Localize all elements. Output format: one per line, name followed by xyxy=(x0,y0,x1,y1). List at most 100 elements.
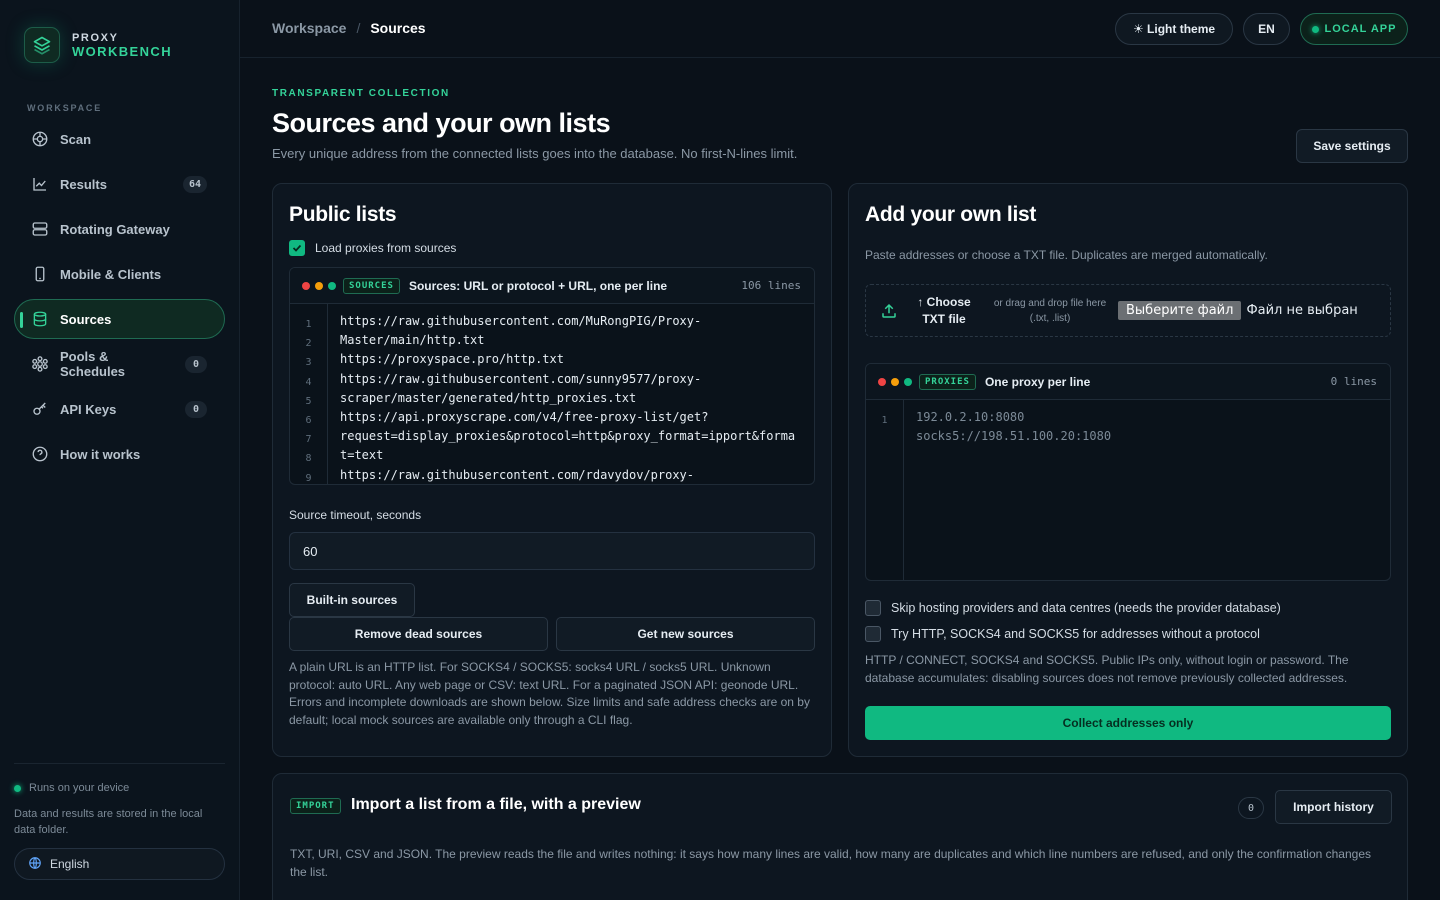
scan-icon xyxy=(31,130,49,148)
checkbox-unchecked-icon xyxy=(865,600,881,616)
public-lists-title: Public lists xyxy=(289,203,397,226)
import-tag: IMPORT xyxy=(290,798,341,814)
import-count-badge: 0 xyxy=(1238,797,1264,819)
choose-file-label[interactable]: ↑ Choose TXT file xyxy=(912,294,976,328)
sources-editor-label: Sources: URL or protocol + URL, one per … xyxy=(408,278,668,293)
sidebar-item-sources[interactable]: Sources xyxy=(14,299,225,339)
sidebar-item-scan[interactable]: Scan xyxy=(14,119,225,159)
own-list-title: Add your own list xyxy=(865,203,1037,226)
breadcrumb: Workspace / Sources xyxy=(272,20,426,36)
results-count-badge: 64 xyxy=(182,176,207,193)
own-list-subtitle: Paste addresses or choose a TXT file. Du… xyxy=(865,248,1268,262)
line-number: 1 xyxy=(305,319,312,330)
sidebar-item-label: Scan xyxy=(60,131,92,147)
sidebar-item-mobile-clients[interactable]: Mobile & Clients xyxy=(14,254,225,294)
public-lists-help: A plain URL is an HTTP list. For SOCKS4 … xyxy=(289,660,810,727)
collect-addresses-button[interactable]: Collect addresses only xyxy=(865,706,1391,740)
sources-textarea[interactable]: 1 2 3 4 5 6 7 8 9 https://raw.githubuser… xyxy=(290,304,814,484)
light-theme-button[interactable]: ☀ Light theme xyxy=(1115,13,1233,45)
line-number: 5 xyxy=(305,395,312,407)
api-keys-count-badge: 0 xyxy=(185,401,207,418)
import-card: IMPORT Import a list from a file, with a… xyxy=(272,773,1408,900)
line-number: 1 xyxy=(881,415,888,426)
checkbox-unchecked-icon xyxy=(865,626,881,642)
timeout-input[interactable]: 60 xyxy=(289,532,815,570)
proxies-placeholder: 192.0.2.10:8080 socks5://198.51.100.20:1… xyxy=(916,410,1112,444)
line-number: 6 xyxy=(305,414,312,426)
import-title: Import a list from a file, with a previe… xyxy=(351,796,641,813)
brand-name-bottom: WORKBENCH xyxy=(72,44,172,59)
page-eyebrow: TRANSPARENT COLLECTION xyxy=(272,88,450,99)
choose-line-1: ↑ Choose xyxy=(917,294,971,309)
remove-dead-sources-button[interactable]: Remove dead sources xyxy=(289,617,548,651)
sidebar-item-api-keys[interactable]: API Keys 0 xyxy=(14,389,225,429)
sidebar-divider xyxy=(14,763,225,764)
language-button[interactable]: EN xyxy=(1243,13,1290,45)
checkbox-label: Load proxies from sources xyxy=(315,241,457,255)
save-settings-button[interactable]: Save settings xyxy=(1296,129,1408,163)
sidebar-item-how-it-works[interactable]: How it works xyxy=(14,434,225,474)
sources-editor: SOURCES Sources: URL or protocol + URL, … xyxy=(289,267,815,485)
try-protocols-checkbox[interactable]: Try HTTP, SOCKS4 and SOCKS5 for addresse… xyxy=(865,626,1260,642)
local-app-badge[interactable]: LOCAL APP xyxy=(1300,13,1408,45)
choose-line-2: TXT file xyxy=(922,311,966,326)
language-select[interactable]: English xyxy=(14,848,225,880)
line-number: 8 xyxy=(305,453,312,465)
own-list-help: HTTP / CONNECT, SOCKS4 and SOCKS5. Publi… xyxy=(865,653,1349,685)
proxies-tag: PROXIES xyxy=(919,373,976,390)
breadcrumb-current: Sources xyxy=(370,20,426,36)
checkbox-label: Skip hosting providers and data centres … xyxy=(891,601,1281,615)
brand-name-top: PROXY xyxy=(72,32,119,44)
globe-icon xyxy=(28,856,42,873)
layers-logo-icon xyxy=(24,27,60,63)
import-description: TXT, URI, CSV and JSON. The preview read… xyxy=(290,847,1371,879)
proxies-editor-header: PROXIES One proxy per line 0 lines xyxy=(866,364,1390,400)
database-icon xyxy=(31,310,49,328)
file-drop-zone[interactable]: ↑ Choose TXT file or drag and drop file … xyxy=(865,284,1391,337)
line-number: 3 xyxy=(305,357,312,369)
sidebar-item-label: API Keys xyxy=(60,401,117,417)
pools-icon xyxy=(31,355,49,373)
device-note: Data and results are stored in the local… xyxy=(14,808,203,836)
brand[interactable]: PROXY WORKBENCH xyxy=(24,27,172,63)
window-dots-icon xyxy=(302,281,336,290)
chart-icon xyxy=(31,175,49,193)
public-lists-card: Public lists Load proxies from sources S… xyxy=(272,183,832,757)
sidebar-item-pools-schedules[interactable]: Pools & Schedules 0 xyxy=(14,344,225,384)
proxies-editor: PROXIES One proxy per line 0 lines 1 192… xyxy=(865,363,1391,581)
page-title: Sources and your own lists xyxy=(272,108,611,138)
line-number-gutter: 1 2 3 4 5 6 7 8 9 xyxy=(290,304,328,484)
built-in-sources-button[interactable]: Built-in sources xyxy=(289,583,415,617)
proxies-textarea[interactable]: 1 192.0.2.10:8080 socks5://198.51.100.20… xyxy=(866,400,1390,580)
sidebar-item-label: Pools & Schedules xyxy=(60,349,126,379)
drag-drop-hint: or drag and drop file here (.txt, .list) xyxy=(993,297,1107,324)
sidebar-section-label: WORKSPACE xyxy=(27,103,103,113)
file-picker-button[interactable]: Выберите файл xyxy=(1118,301,1242,320)
sources-tag: SOURCES xyxy=(343,277,400,294)
pools-count-badge: 0 xyxy=(185,356,207,373)
get-new-sources-button[interactable]: Get new sources xyxy=(556,617,815,651)
sources-line-count: 106 lines xyxy=(741,279,801,292)
page-subtitle: Every unique address from the connected … xyxy=(272,146,798,161)
sources-editor-header: SOURCES Sources: URL or protocol + URL, … xyxy=(290,268,814,304)
own-list-card: Add your own list Paste addresses or cho… xyxy=(848,183,1408,757)
language-value: English xyxy=(50,857,90,871)
sidebar-item-rotating-gateway[interactable]: Rotating Gateway xyxy=(14,209,225,249)
device-status: Runs on your device xyxy=(14,782,129,794)
sidebar-item-results[interactable]: Results 64 xyxy=(14,164,225,204)
status-dot-icon xyxy=(14,784,21,792)
help-icon xyxy=(31,445,49,463)
file-status: Файл не выбран xyxy=(1246,303,1358,318)
mobile-icon xyxy=(31,265,49,283)
import-history-button[interactable]: Import history xyxy=(1275,790,1392,824)
breadcrumb-separator: / xyxy=(356,20,361,36)
sidebar-nav: Scan Results 64 Rotating Gateway Mobile … xyxy=(14,119,225,479)
load-proxies-checkbox[interactable]: Load proxies from sources xyxy=(289,240,456,256)
status-dot-icon xyxy=(1311,25,1319,33)
line-number-gutter: 1 xyxy=(866,400,904,580)
breadcrumb-parent[interactable]: Workspace xyxy=(272,20,346,36)
sidebar: PROXY WORKBENCH WORKSPACE Scan Results 6… xyxy=(0,0,240,900)
key-icon xyxy=(31,400,49,418)
line-number: 9 xyxy=(305,472,312,484)
skip-hosting-checkbox[interactable]: Skip hosting providers and data centres … xyxy=(865,600,1281,616)
